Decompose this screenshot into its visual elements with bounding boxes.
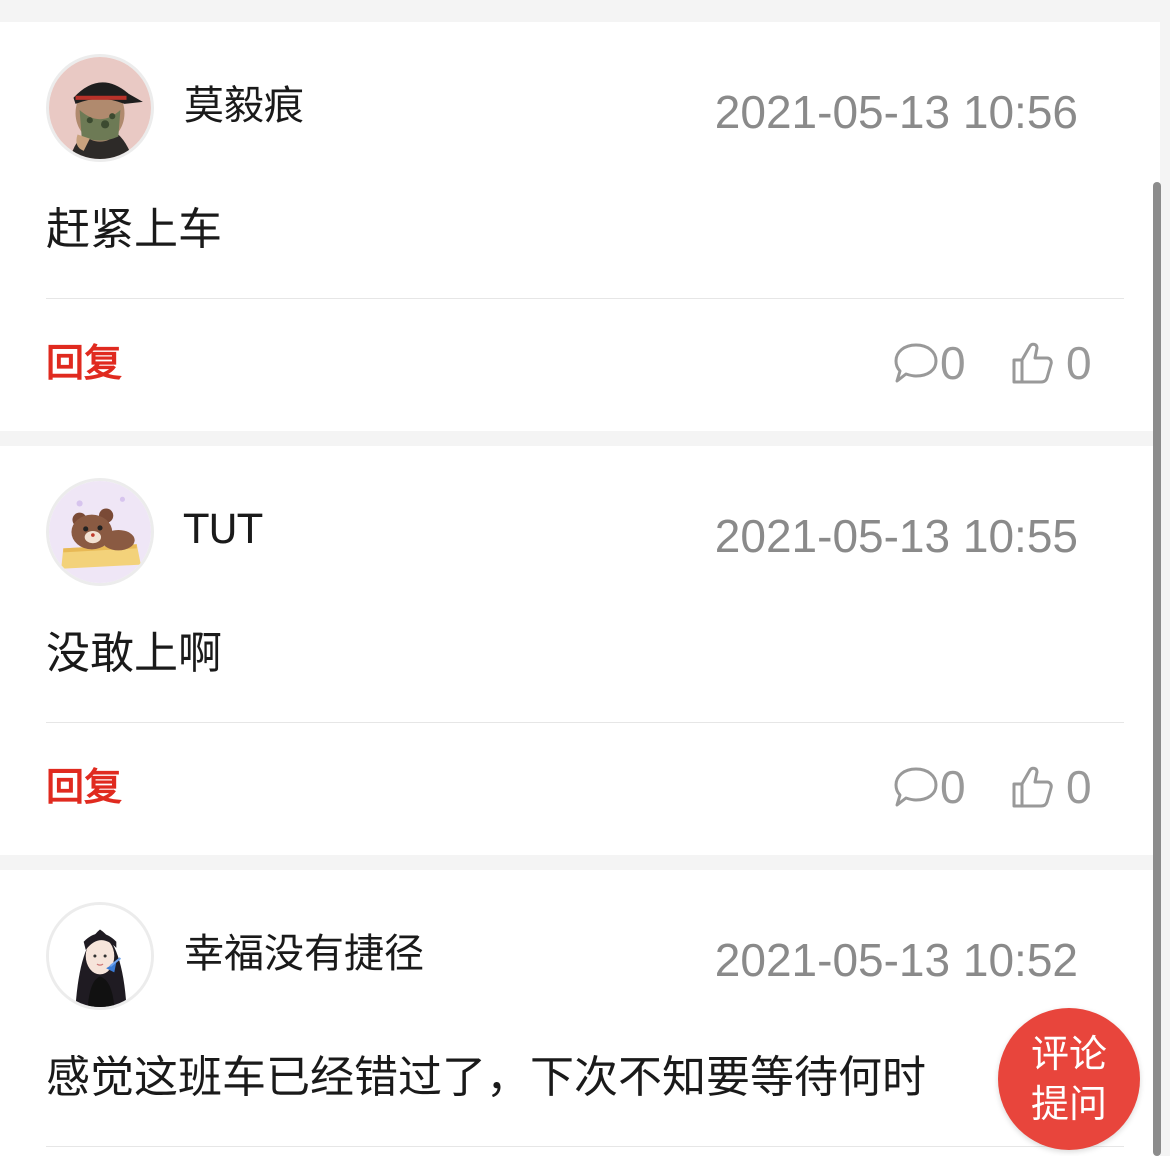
user-avatar[interactable] [46, 54, 154, 162]
divider [46, 1146, 1124, 1147]
comment-count-button[interactable]: 0 [892, 761, 966, 813]
timestamp: 2021-05-13 10:56 [714, 86, 1078, 138]
fab-label-line2: 提问 [1030, 1082, 1107, 1126]
like-button[interactable]: 0 [1010, 337, 1092, 389]
comment-ask-button[interactable]: 评论 提问 [998, 1008, 1140, 1150]
comment-count: 0 [940, 337, 966, 389]
avatar-bear-cartoon-icon [49, 481, 151, 583]
thumbs-up-icon [1012, 766, 1053, 808]
username[interactable]: 幸福没有捷径 [184, 930, 424, 978]
like-count: 0 [1066, 761, 1092, 813]
timestamp: 2021-05-13 10:52 [714, 934, 1078, 986]
divider [46, 722, 1124, 723]
speech-bubble-icon [894, 343, 938, 383]
comment-card: TUT 2021-05-13 10:55 没敢上啊 回复 0 0 [0, 446, 1160, 855]
comment-text: 没敢上啊 [46, 628, 222, 679]
like-count: 0 [1066, 337, 1092, 389]
comment-feed[interactable]: 莫毅痕 2021-05-13 10:56 赶紧上车 回复 0 0 TUT 202… [0, 0, 1170, 1156]
username[interactable]: 莫毅痕 [184, 82, 304, 130]
comment-text: 感觉这班车已经错过了，下次不知要等待何时 [46, 1052, 926, 1103]
reply-button[interactable]: 回复 [46, 764, 122, 810]
comment-card: 莫毅痕 2021-05-13 10:56 赶紧上车 回复 0 0 [0, 22, 1160, 431]
reply-button[interactable]: 回复 [46, 340, 122, 386]
speech-bubble-icon [894, 767, 938, 807]
user-avatar[interactable] [46, 478, 154, 586]
fab-label-line1: 评论 [1030, 1032, 1107, 1076]
thumbs-up-icon [1012, 342, 1053, 384]
scrollbar[interactable] [1153, 182, 1161, 1156]
username[interactable]: TUT [184, 506, 262, 554]
like-button[interactable]: 0 [1010, 761, 1092, 813]
comment-count-button[interactable]: 0 [892, 337, 966, 389]
comment-count: 0 [940, 761, 966, 813]
avatar-girl-illustration-icon [49, 905, 151, 1007]
timestamp: 2021-05-13 10:55 [714, 510, 1078, 562]
comment-text: 赶紧上车 [46, 204, 222, 255]
user-avatar[interactable] [46, 902, 154, 1010]
avatar-man-cap-mask-icon [49, 57, 151, 159]
divider [46, 298, 1124, 299]
comment-card: 幸福没有捷径 2021-05-13 10:52 感觉这班车已经错过了，下次不知要… [0, 870, 1160, 1156]
